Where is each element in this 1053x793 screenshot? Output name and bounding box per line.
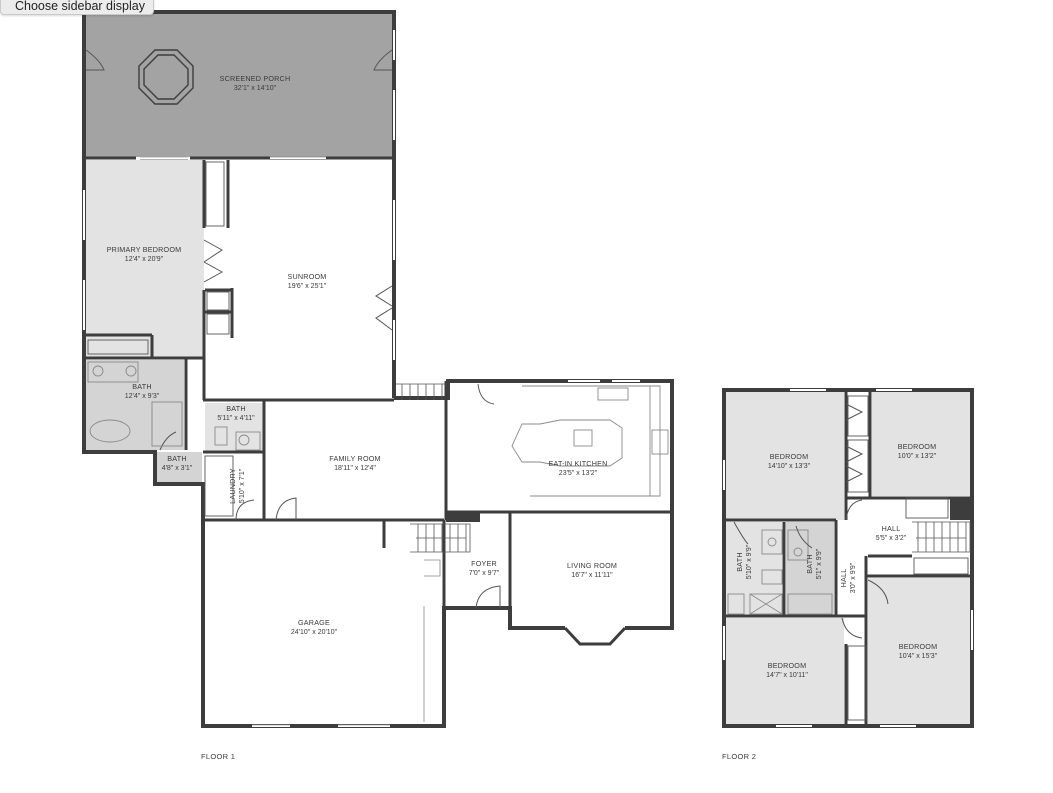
dim-bedroom-d: 10'4" x 15'3"	[899, 653, 938, 660]
dim-family-room: 18'11" x 12'4"	[334, 465, 376, 472]
label-family-room: FAMILY ROOM	[329, 454, 380, 463]
label-bath-primary: BATH	[132, 382, 151, 391]
dim-hall-2: 5'5" x 3'2"	[876, 535, 907, 542]
label-hall-2v: HALL	[839, 569, 848, 588]
label-bedroom-c: BEDROOM	[768, 661, 807, 670]
label-primary-bedroom: PRIMARY BEDROOM	[107, 245, 182, 254]
label-garage: GARAGE	[298, 618, 330, 627]
dim-living-room: 16'7" x 11'11"	[571, 572, 613, 579]
dim-kitchen: 23'5" x 13'2"	[559, 470, 598, 477]
dim-bath-half: 4'8" x 3'1"	[162, 465, 193, 472]
floor-plan: SCREENED PORCH 32'1" x 14'10" PRIMARY BE…	[82, 10, 974, 761]
dim-laundry: 5'10" x 7'1"	[239, 468, 246, 503]
dim-garage: 24'10" x 20'10"	[291, 629, 338, 636]
floor-2-caption: FLOOR 2	[722, 752, 756, 761]
dim-bedroom-c: 14'7" x 10'11"	[766, 672, 808, 679]
label-screened-porch: SCREENED PORCH	[220, 74, 291, 83]
label-hall-2: HALL	[882, 524, 901, 533]
label-kitchen: EAT-IN KITCHEN	[549, 459, 608, 468]
floor-1-plan	[82, 10, 674, 728]
dim-bath-2a: 5'10" x 9'9"	[746, 544, 753, 579]
floor-1-caption: FLOOR 1	[201, 752, 235, 761]
label-bath-2a: BATH	[735, 552, 744, 571]
sidebar-display-tooltip[interactable]: Choose sidebar display	[0, 0, 154, 15]
dim-sunroom: 19'6" x 25'1"	[288, 283, 327, 290]
label-bedroom-b: BEDROOM	[898, 442, 937, 451]
label-bedroom-a: BEDROOM	[770, 452, 809, 461]
floor-2-plan	[722, 388, 974, 728]
dim-bath-small: 5'11" x 4'11"	[217, 415, 255, 422]
dim-hall-2v: 3'0" x 9'9"	[850, 562, 857, 593]
dim-bath-primary: 12'4" x 9'3"	[125, 393, 160, 400]
label-sunroom: SUNROOM	[288, 272, 327, 281]
bedroom-d-area	[868, 578, 970, 724]
dim-bedroom-a: 14'10" x 13'3"	[768, 463, 811, 470]
dim-bedroom-b: 10'0" x 13'2"	[898, 453, 937, 460]
dim-foyer: 7'0" x 9'7"	[469, 570, 500, 577]
label-bath-small: BATH	[226, 404, 245, 413]
label-living-room: LIVING ROOM	[567, 561, 617, 570]
label-bedroom-d: BEDROOM	[899, 642, 938, 651]
dim-bath-2b: 5'1" x 9'9"	[816, 548, 823, 579]
label-bath-half: BATH	[167, 454, 186, 463]
label-foyer: FOYER	[471, 559, 497, 568]
bedroom-c-area	[726, 618, 844, 724]
label-laundry: LAUNDRY	[228, 468, 237, 504]
dim-screened-porch: 32'1" x 14'10"	[234, 85, 277, 92]
label-bath-2b: BATH	[805, 554, 814, 573]
dim-primary-bedroom: 12'4" x 20'9"	[125, 256, 164, 263]
